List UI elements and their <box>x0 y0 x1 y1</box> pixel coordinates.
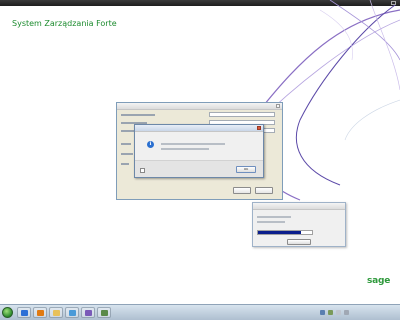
taskbar-button-ie[interactable] <box>17 307 31 318</box>
top-strip-restore-icon[interactable] <box>391 1 396 5</box>
app-icon-2 <box>101 310 108 316</box>
field-label <box>121 163 129 165</box>
close-icon[interactable] <box>257 126 261 130</box>
text-field[interactable] <box>209 112 275 117</box>
checkbox[interactable] <box>140 168 145 173</box>
progress-text-line-2 <box>257 221 285 223</box>
close-icon[interactable] <box>276 104 280 108</box>
taskbar-button-play[interactable] <box>65 307 79 318</box>
progress-text-line <box>257 216 291 218</box>
volume-icon[interactable] <box>336 310 341 315</box>
field-label <box>121 143 131 145</box>
folder-icon <box>53 310 60 316</box>
field-label <box>121 114 155 116</box>
ok-button[interactable]: OK <box>236 166 256 173</box>
taskbar-button-media-player[interactable] <box>33 307 47 318</box>
progress-dialog-title <box>253 203 345 210</box>
message-line-2 <box>161 148 209 150</box>
message-dialog-footer: OK <box>135 160 263 177</box>
taskbar-button-app-2[interactable] <box>97 307 111 318</box>
tray-icon[interactable] <box>328 310 333 315</box>
media-player-icon <box>37 310 44 316</box>
taskbar <box>0 304 400 320</box>
taskbar-button-app[interactable] <box>81 307 95 318</box>
app-icon <box>85 310 92 316</box>
ie-icon <box>21 310 28 316</box>
tray-icon[interactable] <box>320 310 325 315</box>
info-icon: i <box>147 141 154 148</box>
taskbar-button-folder[interactable] <box>49 307 63 318</box>
start-button[interactable] <box>2 307 13 318</box>
play-icon <box>69 310 76 316</box>
message-dialog: i OK <box>134 124 264 178</box>
app-title: System Zarządzania Forte <box>12 19 117 28</box>
progress-bar <box>257 230 313 235</box>
progress-bar-fill <box>258 231 302 234</box>
message-dialog-title <box>135 125 263 132</box>
top-window-strip <box>0 0 400 6</box>
progress-button[interactable] <box>287 239 311 245</box>
dialog-button-2[interactable] <box>255 187 273 194</box>
field-label <box>121 153 133 155</box>
progress-dialog <box>252 202 346 247</box>
main-dialog-title <box>117 103 282 110</box>
message-line-1 <box>161 143 225 145</box>
sage-logo: sage <box>367 276 391 286</box>
network-icon[interactable] <box>344 310 349 315</box>
dialog-button[interactable] <box>233 187 251 194</box>
